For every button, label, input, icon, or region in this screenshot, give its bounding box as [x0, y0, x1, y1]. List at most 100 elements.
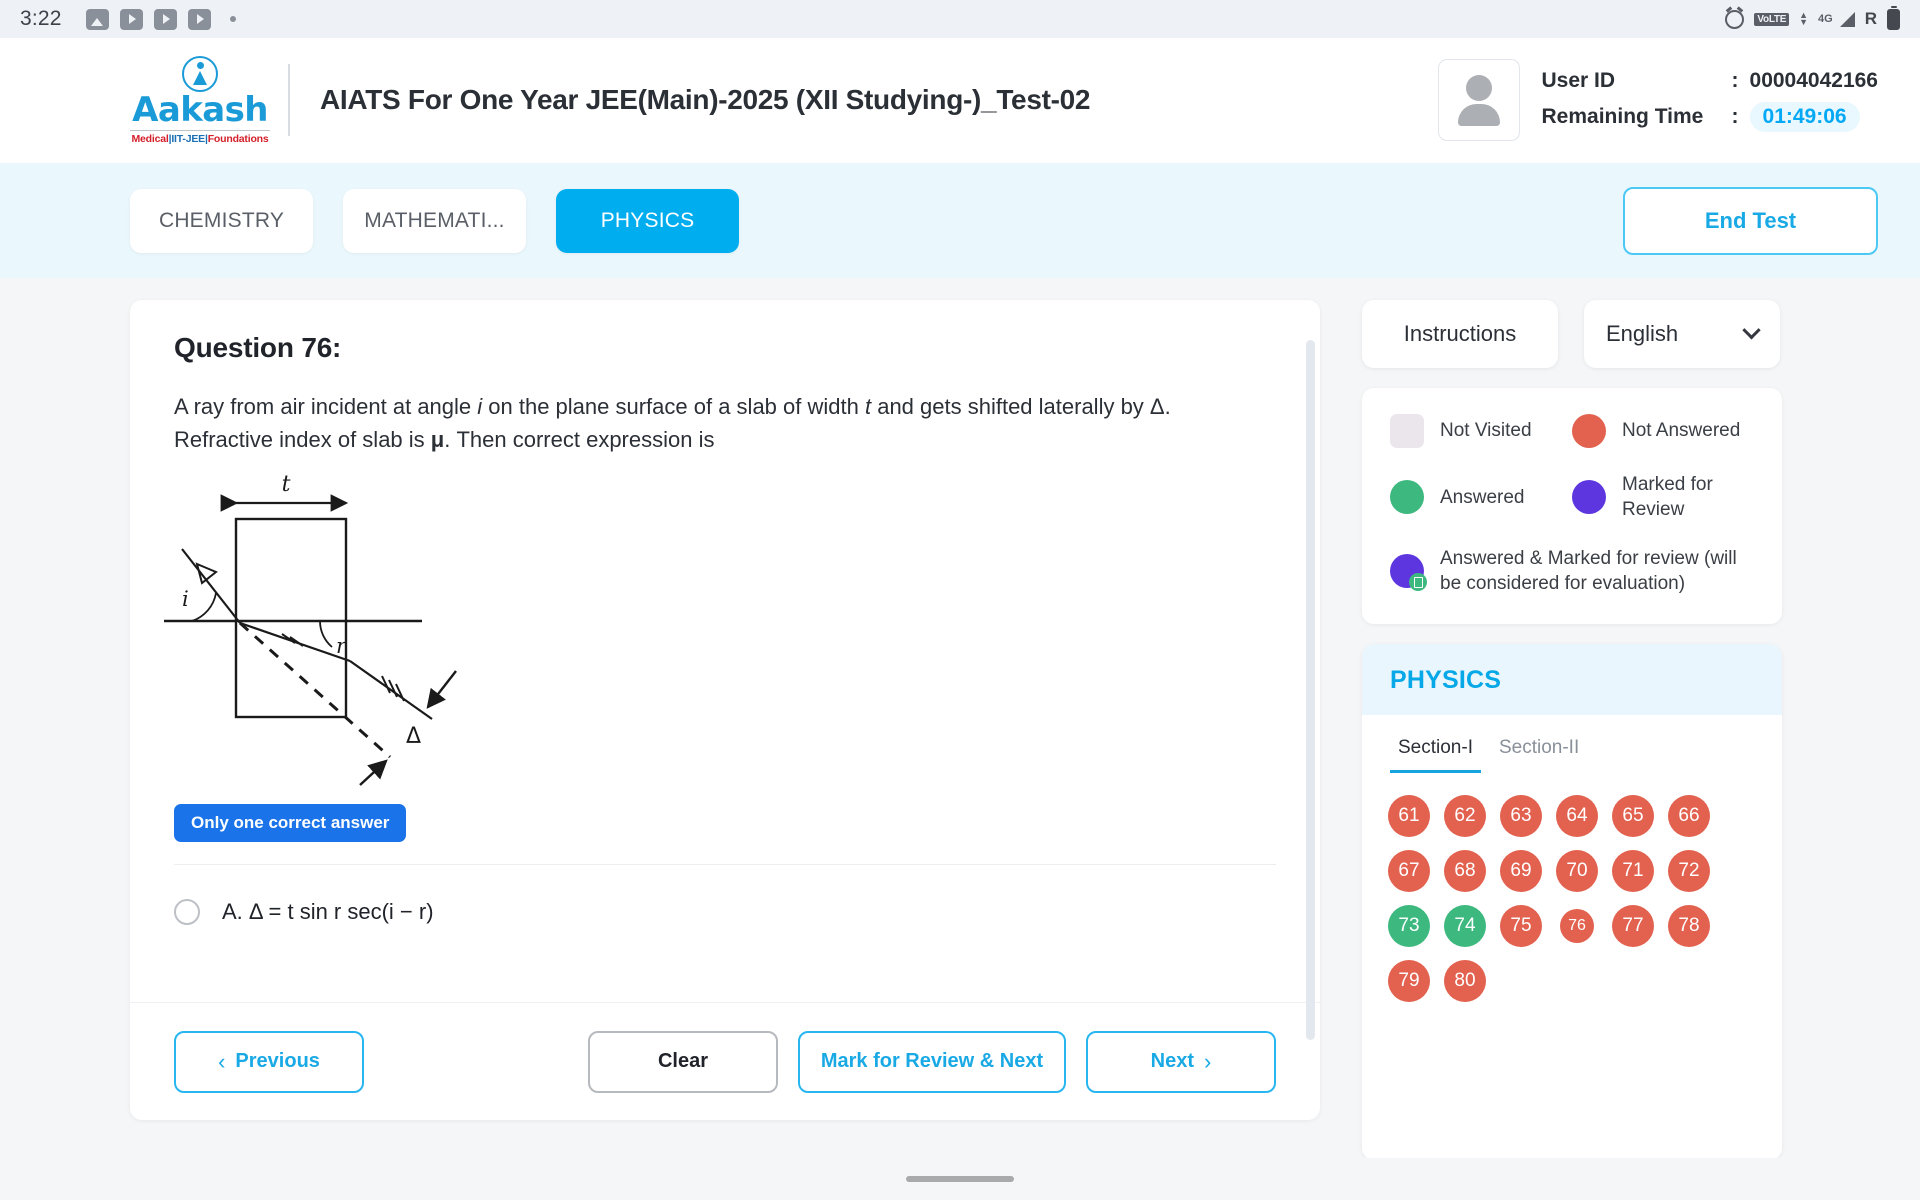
answered-marked-swatch-icon [1390, 554, 1427, 592]
question-body: A ray from air incident at angle i on th… [174, 390, 1264, 457]
signal-strength-icon [1839, 11, 1855, 27]
options-divider [174, 863, 1276, 865]
navigator-section-tabs: Section-I Section-II [1362, 715, 1782, 774]
legend-row: Answered Marked for Review [1390, 472, 1754, 522]
previous-button[interactable]: ‹ Previous [174, 1030, 364, 1093]
network-type-label: 4G [1818, 13, 1833, 25]
subject-tabs-bar: CHEMISTRY MATHEMATI... PHYSICS End Test [0, 162, 1920, 278]
question-number-62[interactable]: 62 [1444, 795, 1486, 838]
question-number-68[interactable]: 68 [1444, 850, 1486, 893]
play-icon [187, 8, 211, 30]
diagram-label-shift: Δ [406, 724, 421, 749]
avatar-head-icon [1465, 74, 1492, 101]
legend-label: Not Answered [1622, 420, 1741, 442]
avatar [1437, 59, 1520, 141]
legend-item-marked-for-review: Marked for Review [1572, 472, 1754, 522]
gesture-pill-handle[interactable] [906, 1176, 1014, 1182]
question-number-66[interactable]: 66 [1668, 795, 1710, 838]
not-answered-swatch-icon [1572, 414, 1606, 448]
question-number-76[interactable]: 76 [1560, 909, 1594, 944]
legend-item-not-visited: Not Visited [1390, 414, 1572, 448]
user-id-label: User ID [1541, 68, 1616, 92]
question-number-72[interactable]: 72 [1668, 850, 1710, 893]
aakash-emblem-icon [182, 55, 218, 92]
remaining-time-value: 01:49:06 [1749, 101, 1860, 132]
question-number-64[interactable]: 64 [1556, 795, 1598, 838]
question-scrollbar[interactable] [1306, 340, 1315, 1040]
header-divider [288, 64, 290, 136]
logo-tag-iitjee: IIT-JEE [171, 132, 205, 145]
option-label-a: A. Δ = t sin r sec(i − r) [222, 899, 434, 925]
clear-button[interactable]: Clear [588, 1030, 778, 1093]
question-number-67[interactable]: 67 [1388, 850, 1430, 893]
more-notifications-dot-icon [229, 16, 236, 22]
answered-swatch-icon [1390, 480, 1424, 515]
android-gesture-bar [0, 1158, 1920, 1200]
tab-chemistry[interactable]: CHEMISTRY [130, 188, 313, 253]
alarm-icon [1725, 9, 1745, 29]
page-title: AIATS For One Year JEE(Main)-2025 (XII S… [320, 84, 1091, 115]
status-legend: Not Visited Not Answered Answered Marked… [1362, 388, 1782, 625]
diagram-label-incident-angle: i [182, 587, 189, 611]
logo-tag-medical: Medical [131, 132, 169, 145]
option-expression-a: Δ = t sin r sec(i − r) [248, 898, 434, 924]
legend-item-answered-marked: Answered & Marked for review (will be co… [1390, 546, 1754, 596]
question-body-part: . Then correct expression is [444, 427, 715, 453]
logo-wordmark: Aakash [132, 89, 268, 130]
question-number-71[interactable]: 71 [1612, 850, 1654, 893]
remaining-time-label: Remaining Time [1541, 104, 1704, 128]
legend-label: Answered [1440, 486, 1525, 508]
tab-physics[interactable]: PHYSICS [556, 188, 739, 253]
next-button-label: Next [1150, 1050, 1195, 1072]
right-sidebar: Instructions English Not Visited Not Ans… [1362, 300, 1782, 1160]
question-number-80[interactable]: 80 [1444, 960, 1486, 1003]
language-select-value: English [1606, 321, 1679, 346]
option-radio-a[interactable] [174, 898, 200, 925]
remaining-time-row: Remaining Time : 01:49:06 [1541, 101, 1878, 132]
question-heading: Question 76: [174, 332, 342, 363]
tab-mathematics[interactable]: MATHEMATI... [343, 188, 526, 253]
logo-tagline: Medical|IIT-JEE|Foundations [130, 129, 270, 145]
answered-marked-check-badge-icon [1409, 573, 1427, 592]
remaining-time-colon: : [1731, 104, 1739, 128]
chevron-right-icon: › [1204, 1048, 1212, 1074]
chevron-down-icon [1742, 320, 1761, 339]
question-number-grid: 61 62 63 64 65 66 67 68 69 70 71 72 73 74 75 76 77 78 79 80 [1362, 773, 1782, 1028]
section-tab-2[interactable]: Section-II [1491, 733, 1587, 773]
question-number-74[interactable]: 74 [1444, 905, 1486, 948]
gallery-icon [85, 8, 109, 30]
question-body-part: μ [430, 427, 445, 453]
question-scroll-area: Question 76: A ray from air incident at … [130, 300, 1320, 1002]
data-transfer-arrows-icon: ▲ ▼ [1799, 10, 1809, 27]
question-number-75[interactable]: 75 [1500, 905, 1542, 948]
mark-for-review-next-button[interactable]: Mark for Review & Next [798, 1030, 1066, 1093]
end-test-button[interactable]: End Test [1623, 186, 1878, 255]
user-id-value: 00004042166 [1749, 68, 1878, 92]
next-button[interactable]: Next › [1086, 1030, 1276, 1093]
question-number-79[interactable]: 79 [1388, 960, 1430, 1003]
main-content: Question 76: A ray from air incident at … [0, 278, 1920, 1160]
question-navigator: PHYSICS Section-I Section-II 61 62 63 64 65 6… [1362, 644, 1782, 1160]
question-number-69[interactable]: 69 [1500, 850, 1542, 893]
section-tab-1[interactable]: Section-I [1390, 733, 1481, 774]
question-number-61[interactable]: 61 [1388, 795, 1430, 838]
question-number-63[interactable]: 63 [1500, 795, 1542, 838]
option-row-a[interactable]: A. Δ = t sin r sec(i − r) [174, 898, 1276, 925]
question-number-78[interactable]: 78 [1668, 905, 1710, 948]
legend-label: Answered & Marked for review (will be co… [1440, 548, 1737, 595]
app-header: Aakash Medical|IIT-JEE|Foundations AIATS… [0, 38, 1920, 162]
system-status-bar: 3:22 VoLTE ▲ ▼ 4G R [0, 0, 1920, 38]
question-number-70[interactable]: 70 [1556, 850, 1598, 893]
question-number-73[interactable]: 73 [1388, 905, 1430, 948]
question-number-65[interactable]: 65 [1612, 795, 1654, 838]
navigator-subject-title: PHYSICS [1362, 644, 1782, 716]
legend-item-not-answered: Not Answered [1572, 414, 1754, 448]
marked-swatch-icon [1572, 480, 1606, 515]
language-select[interactable]: English [1584, 300, 1780, 368]
instructions-button[interactable]: Instructions [1362, 300, 1558, 368]
play-icon [153, 8, 177, 30]
question-number-77[interactable]: 77 [1612, 905, 1654, 948]
aakash-logo: Aakash Medical|IIT-JEE|Foundations [130, 55, 270, 145]
user-id-colon: : [1731, 68, 1739, 92]
logo-tag-foundations: Foundations [207, 132, 269, 145]
